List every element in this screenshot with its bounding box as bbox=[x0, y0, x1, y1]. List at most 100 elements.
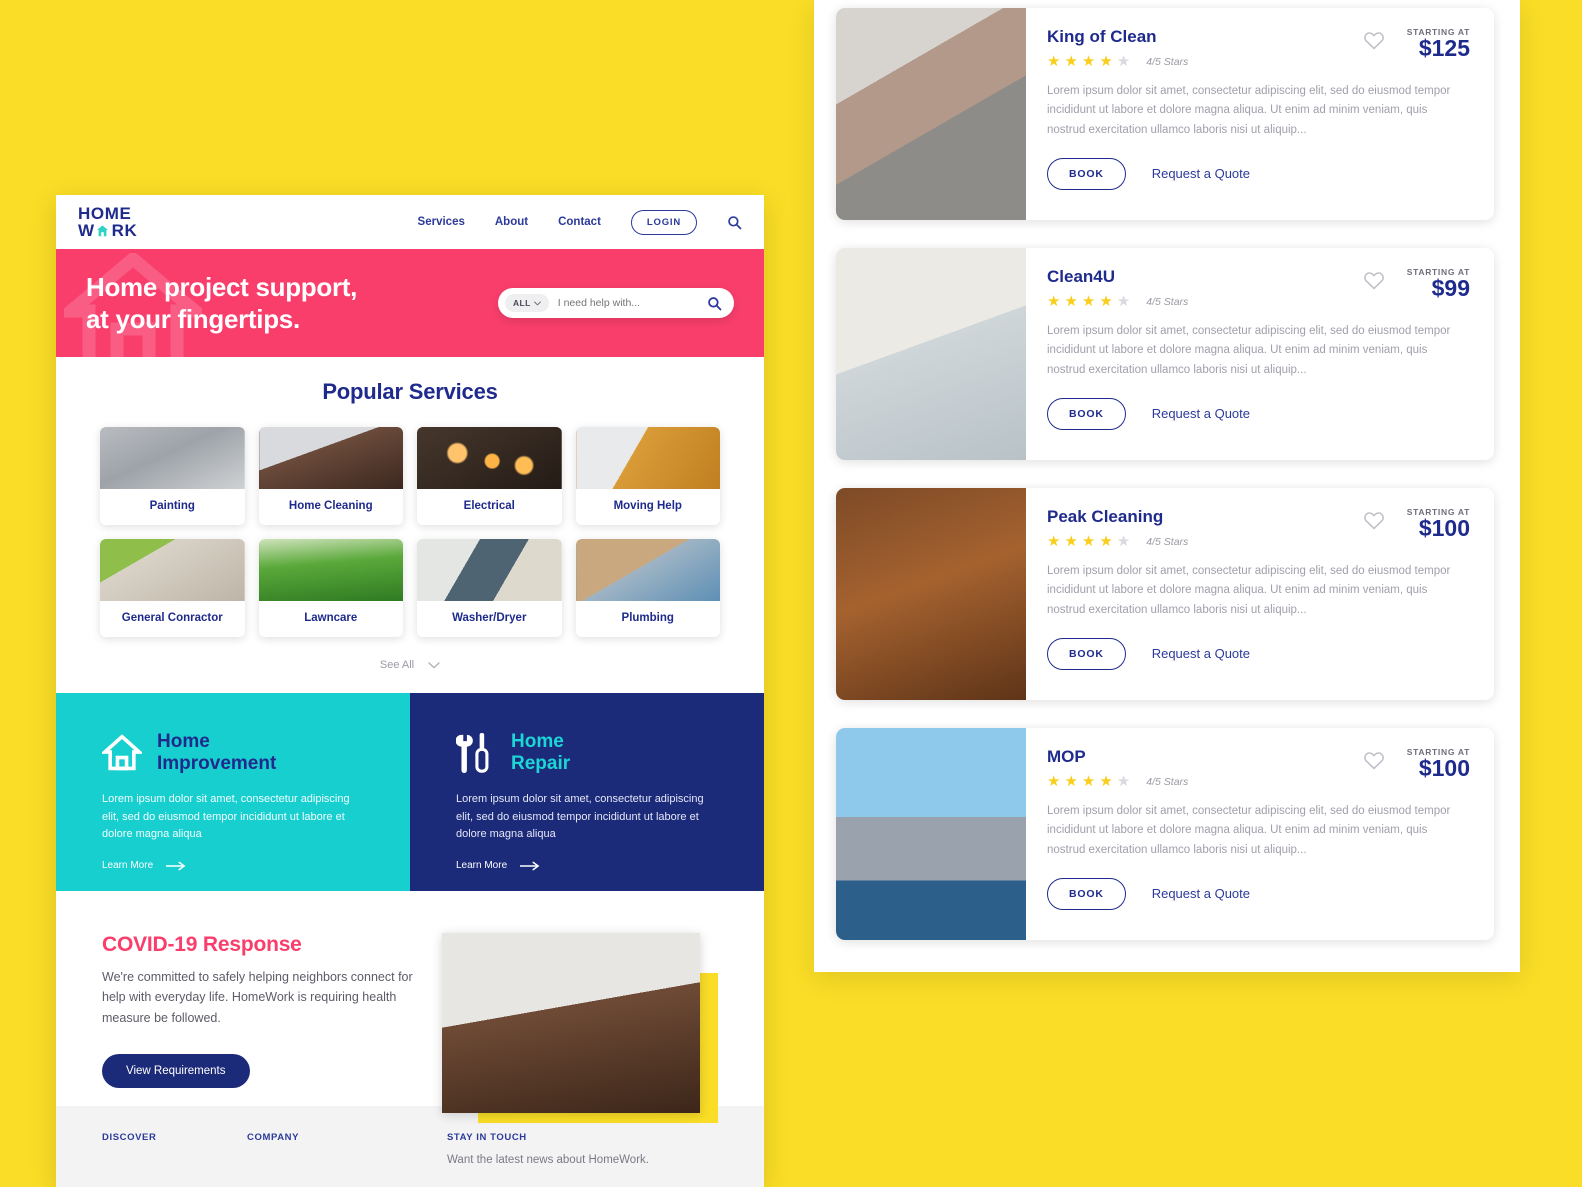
request-quote-link[interactable]: Request a Quote bbox=[1152, 406, 1250, 421]
service-card[interactable]: Plumbing bbox=[575, 539, 720, 637]
service-label: General Conractor bbox=[121, 612, 223, 624]
hero-title-line1: Home project support, bbox=[86, 271, 358, 302]
vendor-card[interactable]: Clean4U ★ ★ ★ ★ ★ 4/5 Stars STARTING AT $99 Lorem… bbox=[836, 248, 1494, 460]
service-thumbnail bbox=[575, 427, 720, 489]
logo[interactable]: HOME W RK bbox=[78, 204, 138, 240]
price-block: STARTING AT $125 bbox=[1407, 27, 1470, 62]
learn-more-link[interactable]: Learn More bbox=[102, 860, 364, 871]
vendor-results-panel: King of Clean ★ ★ ★ ★ ★ 4/5 Stars STARTING AT $1… bbox=[814, 0, 1520, 972]
service-thumbnail bbox=[575, 539, 720, 601]
book-button[interactable]: BOOK bbox=[1047, 877, 1126, 910]
service-card[interactable]: Electrical bbox=[417, 427, 562, 525]
nav-item-about[interactable]: About bbox=[495, 216, 528, 228]
request-quote-link[interactable]: Request a Quote bbox=[1152, 646, 1250, 661]
popular-services-title: Popular Services bbox=[322, 379, 498, 404]
banner-title: Home Improvement bbox=[157, 731, 276, 776]
vendor-description: Lorem ipsum dolor sit amet, consectetur … bbox=[1047, 325, 1451, 376]
learn-more-link[interactable]: Learn More bbox=[456, 860, 718, 871]
banner-title-line1: Home bbox=[157, 731, 210, 752]
rating-text: 4/5 Stars bbox=[1146, 295, 1189, 308]
view-requirements-button[interactable]: View Requirements bbox=[102, 1053, 250, 1088]
nav-item-services[interactable]: Services bbox=[418, 216, 465, 228]
vendor-actions: BOOK Request a Quote bbox=[1047, 637, 1470, 670]
login-button[interactable]: LOGIN bbox=[630, 209, 697, 235]
arrow-right-icon bbox=[520, 861, 540, 871]
star-icon: ★ bbox=[1047, 53, 1061, 70]
vendor-meta: STARTING AT $125 bbox=[1363, 27, 1470, 62]
service-card[interactable]: Home Cleaning bbox=[258, 427, 403, 525]
vendor-description: Lorem ipsum dolor sit amet, consectetur … bbox=[1047, 565, 1451, 616]
service-thumbnail bbox=[100, 427, 245, 489]
hero-banner: Home project support, at your fingertips… bbox=[56, 249, 764, 357]
see-all-toggle[interactable]: See All bbox=[100, 659, 720, 671]
footer-col-company: COMPANY bbox=[247, 1132, 447, 1169]
learn-more-label: Learn More bbox=[456, 860, 508, 872]
house-icon bbox=[96, 224, 111, 238]
vendor-header: MOP ★ ★ ★ ★ ★ 4/5 Stars STARTING AT $100 bbox=[1047, 747, 1470, 789]
vendor-photo bbox=[836, 8, 1026, 220]
vendor-identity: MOP ★ ★ ★ ★ ★ 4/5 Stars bbox=[1047, 747, 1188, 789]
star-icon: ★ bbox=[1081, 533, 1096, 550]
vendor-header: King of Clean ★ ★ ★ ★ ★ 4/5 Stars STARTING AT $1… bbox=[1047, 27, 1470, 69]
rating-row: ★ ★ ★ ★ ★ 4/5 Stars bbox=[1047, 294, 1188, 309]
star-icon: ★ bbox=[1099, 293, 1113, 310]
star-icon: ★ bbox=[1064, 533, 1078, 550]
footer-col-discover: DISCOVER bbox=[102, 1132, 247, 1169]
vendor-actions: BOOK Request a Quote bbox=[1047, 157, 1470, 190]
heart-icon[interactable] bbox=[1363, 750, 1385, 775]
vendor-card[interactable]: Peak Cleaning ★ ★ ★ ★ ★ 4/5 Stars STARTING AT $1… bbox=[836, 488, 1494, 700]
banner-home-improvement[interactable]: Home Improvement Lorem ipsum dolor sit a… bbox=[56, 693, 410, 891]
vendor-details: MOP ★ ★ ★ ★ ★ 4/5 Stars STARTING AT $100 Lorem ip… bbox=[1026, 728, 1494, 940]
vendor-description: Lorem ipsum dolor sit amet, consectetur … bbox=[1047, 805, 1451, 856]
service-card[interactable]: Painting bbox=[100, 427, 245, 525]
star-icon: ★ bbox=[1116, 293, 1131, 310]
rating-row: ★ ★ ★ ★ ★ 4/5 Stars bbox=[1047, 534, 1188, 549]
banner-home-repair[interactable]: Home Repair Lorem ipsum dolor sit amet, … bbox=[410, 693, 764, 891]
vendor-name: Clean4U bbox=[1047, 267, 1116, 286]
vendor-details: King of Clean ★ ★ ★ ★ ★ 4/5 Stars STARTING AT $1… bbox=[1026, 8, 1494, 220]
star-icon: ★ bbox=[1081, 773, 1096, 790]
page-canvas: HOME W RK Services About Contact LOGIN H… bbox=[0, 0, 1582, 1187]
heart-icon[interactable] bbox=[1363, 30, 1385, 55]
hero-title: Home project support, at your fingertips… bbox=[86, 271, 357, 336]
category-banners: Home Improvement Lorem ipsum dolor sit a… bbox=[56, 693, 764, 891]
service-label: Electrical bbox=[463, 500, 515, 512]
site-header: HOME W RK Services About Contact LOGIN bbox=[56, 195, 764, 249]
hero-search-bar: ALL bbox=[498, 288, 734, 318]
vendor-price: $125 bbox=[1418, 35, 1470, 61]
vendor-photo bbox=[836, 728, 1026, 940]
nav-item-contact[interactable]: Contact bbox=[558, 216, 601, 228]
star-icon: ★ bbox=[1081, 293, 1096, 310]
book-button[interactable]: BOOK bbox=[1047, 157, 1126, 190]
star-icon: ★ bbox=[1047, 773, 1061, 790]
logo-rk: RK bbox=[111, 221, 138, 240]
price-block: STARTING AT $100 bbox=[1407, 747, 1470, 782]
search-icon[interactable] bbox=[727, 215, 742, 230]
request-quote-link[interactable]: Request a Quote bbox=[1152, 886, 1250, 901]
footer-heading-discover: DISCOVER bbox=[102, 1132, 157, 1143]
covid-body: We're committed to safely helping neighb… bbox=[102, 970, 413, 1025]
banner-title-line1: Home bbox=[511, 731, 564, 752]
request-quote-link[interactable]: Request a Quote bbox=[1152, 166, 1250, 181]
heart-icon[interactable] bbox=[1363, 510, 1385, 535]
star-icon: ★ bbox=[1064, 293, 1078, 310]
service-card[interactable]: Moving Help bbox=[575, 427, 720, 525]
vendor-card[interactable]: MOP ★ ★ ★ ★ ★ 4/5 Stars STARTING AT $100 Lorem ip… bbox=[836, 728, 1494, 940]
book-button[interactable]: BOOK bbox=[1047, 637, 1126, 670]
search-scope-dropdown[interactable]: ALL bbox=[505, 294, 549, 312]
heart-icon[interactable] bbox=[1363, 270, 1385, 295]
star-icon: ★ bbox=[1116, 533, 1131, 550]
vendor-name: King of Clean bbox=[1047, 27, 1157, 46]
service-card[interactable]: Lawncare bbox=[258, 539, 403, 637]
rating-text: 4/5 Stars bbox=[1146, 535, 1189, 548]
search-icon[interactable] bbox=[707, 296, 722, 311]
search-scope-label: ALL bbox=[513, 298, 531, 308]
website-mockup-panel: HOME W RK Services About Contact LOGIN H… bbox=[56, 195, 764, 1187]
service-card[interactable]: Washer/Dryer bbox=[417, 539, 562, 637]
footer-columns: DISCOVER COMPANY STAY IN TOUCH Want the … bbox=[102, 1132, 718, 1169]
logo-w: W bbox=[78, 221, 95, 240]
hero-search-input[interactable] bbox=[557, 297, 707, 309]
service-card[interactable]: General Conractor bbox=[100, 539, 245, 637]
book-button[interactable]: BOOK bbox=[1047, 397, 1126, 430]
vendor-card[interactable]: King of Clean ★ ★ ★ ★ ★ 4/5 Stars STARTING AT $1… bbox=[836, 8, 1494, 220]
